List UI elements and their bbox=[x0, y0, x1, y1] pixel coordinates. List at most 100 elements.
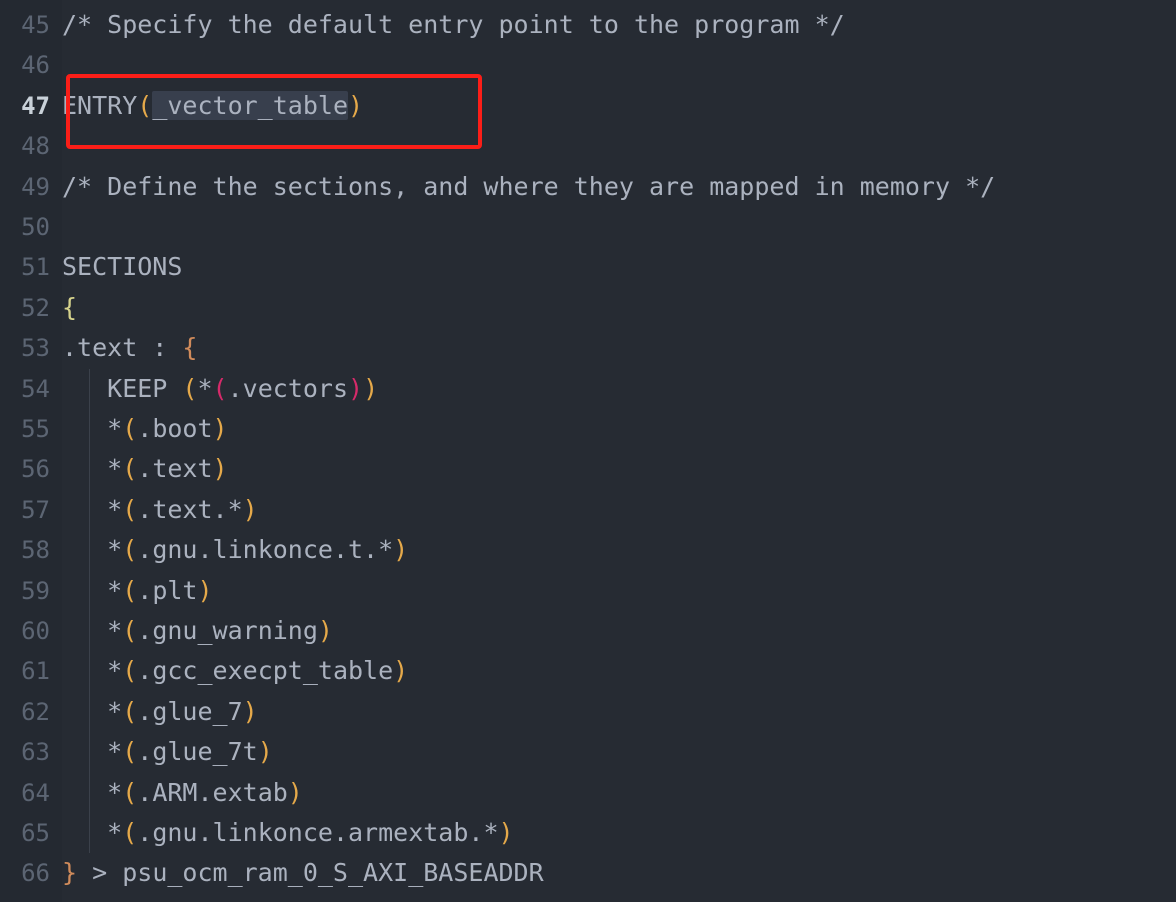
code-token: .glue_7 bbox=[137, 696, 243, 726]
code-token: ( bbox=[122, 575, 138, 605]
code-token: ( bbox=[122, 737, 138, 767]
line-number: 63 bbox=[21, 738, 50, 767]
code-line[interactable]: 54 KEEP (*(.vectors)) bbox=[0, 369, 1176, 409]
code-line[interactable]: 64 *(.ARM.extab) bbox=[0, 773, 1176, 813]
code-token: ) bbox=[212, 454, 228, 484]
code-token: .text : bbox=[62, 333, 183, 363]
code-text[interactable]: *(.text) bbox=[62, 449, 228, 489]
code-line[interactable]: 60 *(.gnu_warning) bbox=[0, 611, 1176, 651]
code-token: .text bbox=[137, 454, 213, 484]
code-text[interactable]: KEEP (*(.vectors)) bbox=[62, 369, 378, 409]
code-token: ( bbox=[122, 696, 138, 726]
code-line[interactable]: 49 /* Define the sections, and where they… bbox=[0, 167, 1176, 207]
code-line[interactable]: 53 .text : { bbox=[0, 328, 1176, 368]
code-token: .gnu_warning bbox=[137, 616, 318, 645]
code-line[interactable]: 50 bbox=[0, 207, 1176, 247]
code-line[interactable]: 57 *(.text.*) bbox=[0, 490, 1176, 530]
code-token: .ARM.extab bbox=[137, 777, 288, 807]
code-token: ( bbox=[122, 414, 138, 443]
code-line[interactable]: 55 *(.boot) bbox=[0, 409, 1176, 449]
code-token: * bbox=[62, 575, 123, 605]
code-line[interactable]: 46 bbox=[0, 45, 1176, 85]
code-token: * bbox=[62, 818, 123, 847]
code-line[interactable]: 61 *(.gcc_execpt_table) bbox=[0, 651, 1176, 691]
code-token: > psu_ocm_ram_0_S_AXI_BASEADDR bbox=[77, 858, 544, 888]
code-token: ) bbox=[348, 373, 364, 403]
code-token: ) bbox=[242, 696, 258, 726]
line-number: 66 bbox=[21, 859, 50, 888]
code-token: ( bbox=[122, 656, 138, 686]
code-line[interactable]: 66} > psu_ocm_ram_0_S_AXI_BASEADDR bbox=[0, 853, 1176, 893]
code-text[interactable]: .text : { bbox=[62, 328, 197, 368]
code-text[interactable]: *(.gnu.linkonce.t.*) bbox=[62, 530, 408, 570]
code-token: ) bbox=[498, 818, 514, 847]
code-token: ) bbox=[317, 616, 333, 645]
code-token: KEEP bbox=[62, 373, 183, 403]
code-text[interactable]: *(.ARM.extab) bbox=[62, 773, 303, 813]
code-text[interactable]: *(.gnu.linkonce.armextab.*) bbox=[62, 813, 514, 853]
code-token: * bbox=[62, 777, 123, 807]
code-line[interactable]: 51 SECTIONS bbox=[0, 247, 1176, 287]
code-text[interactable]: *(.gnu_warning) bbox=[62, 611, 333, 651]
code-line[interactable]: 56 *(.text) bbox=[0, 449, 1176, 489]
line-number: 65 bbox=[21, 819, 50, 847]
code-line[interactable]: 58 *(.gnu.linkonce.t.*) bbox=[0, 530, 1176, 570]
code-token: ( bbox=[137, 90, 153, 120]
code-line[interactable]: 45 /* Specify the default entry point to … bbox=[0, 5, 1176, 45]
code-token: ) bbox=[212, 414, 228, 443]
code-text[interactable]: SECTIONS bbox=[62, 247, 182, 287]
code-token: * bbox=[62, 414, 123, 443]
line-number: 54 bbox=[21, 374, 50, 403]
code-token: SECTIONS bbox=[62, 252, 183, 282]
code-line[interactable]: 48 bbox=[0, 126, 1176, 166]
code-text[interactable]: } > psu_ocm_ram_0_S_AXI_BASEADDR bbox=[62, 853, 544, 893]
code-token: ( bbox=[122, 777, 138, 807]
code-token: * bbox=[62, 737, 123, 767]
code-text[interactable]: *(.plt) bbox=[62, 571, 213, 611]
code-text[interactable]: /* Define the sections, and where they a… bbox=[62, 167, 995, 207]
code-text[interactable]: *(.gcc_execpt_table) bbox=[62, 651, 408, 691]
line-number: 61 bbox=[21, 657, 50, 686]
code-text[interactable]: *(.boot) bbox=[62, 409, 228, 449]
code-token: .gcc_execpt_table bbox=[137, 656, 394, 686]
code-line[interactable]: 52 { bbox=[0, 288, 1176, 328]
code-token: } bbox=[62, 858, 78, 888]
code-line[interactable]: 65 *(.gnu.linkonce.armextab.*) bbox=[0, 813, 1176, 853]
line-number: 46 bbox=[21, 51, 50, 80]
line-number: 60 bbox=[21, 617, 50, 645]
code-text[interactable]: *(.text.*) bbox=[62, 490, 258, 530]
line-number: 49 bbox=[21, 172, 50, 201]
code-text[interactable]: *(.glue_7) bbox=[62, 692, 258, 732]
code-line[interactable]: 62 *(.glue_7) bbox=[0, 692, 1176, 732]
code-token: ( bbox=[122, 535, 138, 565]
line-number: 55 bbox=[21, 415, 50, 443]
code-token: * bbox=[62, 616, 123, 645]
line-number: 58 bbox=[21, 536, 50, 565]
line-number: 50 bbox=[21, 213, 50, 241]
code-token: ( bbox=[212, 373, 228, 403]
code-token: * bbox=[62, 454, 123, 484]
code-text[interactable]: { bbox=[62, 288, 77, 328]
code-token: { bbox=[182, 333, 198, 363]
code-token: ) bbox=[348, 90, 364, 120]
code-token: ) bbox=[393, 535, 409, 565]
code-token: ) bbox=[363, 373, 379, 403]
code-token: ) bbox=[257, 737, 273, 767]
code-editor[interactable]: 45 /* Specify the default entry point to … bbox=[0, 0, 1176, 902]
code-token: .plt bbox=[137, 575, 198, 605]
line-number: 56 bbox=[21, 455, 50, 484]
code-text[interactable]: *(.glue_7t) bbox=[62, 732, 273, 772]
code-token: ( bbox=[122, 818, 138, 847]
code-line[interactable]: 59 *(.plt) bbox=[0, 571, 1176, 611]
code-line[interactable]: 47 ENTRY(_vector_table) bbox=[0, 86, 1176, 126]
code-text[interactable]: ENTRY(_vector_table) bbox=[62, 86, 363, 126]
line-number: 48 bbox=[21, 132, 50, 161]
code-token: * bbox=[62, 494, 123, 524]
code-text[interactable]: /* Specify the default entry point to th… bbox=[62, 5, 845, 45]
code-token: { bbox=[62, 292, 78, 322]
code-token: * bbox=[62, 696, 123, 726]
code-line[interactable]: 63 *(.glue_7t) bbox=[0, 732, 1176, 772]
code-token: ) bbox=[197, 575, 213, 605]
code-token: ENTRY bbox=[62, 90, 138, 120]
code-token: * bbox=[62, 656, 123, 686]
